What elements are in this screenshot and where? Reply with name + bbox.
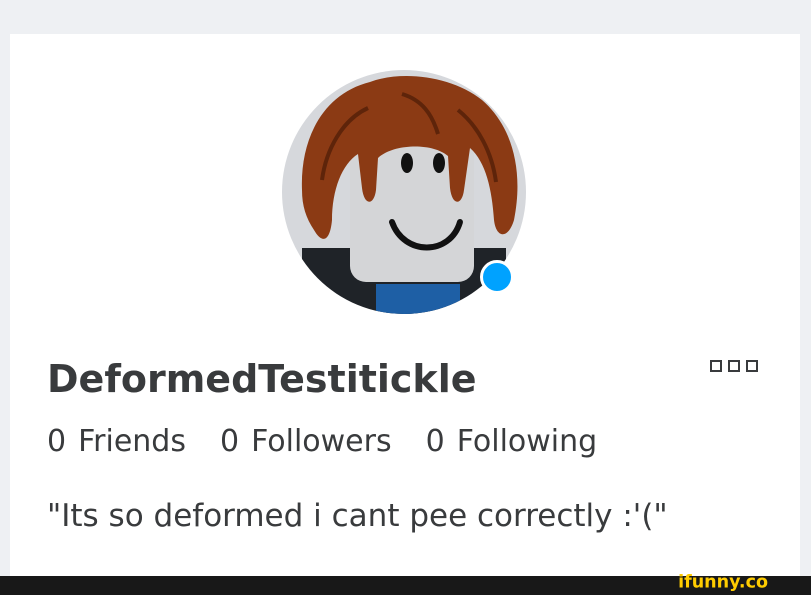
username: DeformedTestitickle	[47, 357, 477, 401]
stat-friends[interactable]: 0 Friends	[47, 420, 186, 464]
stat-followers-count: 0	[219, 424, 240, 459]
ifunny-watermark-logo: ifunny.co	[678, 572, 768, 592]
avatar-left-eye	[401, 153, 413, 173]
more-options-icon	[710, 360, 722, 372]
profile-blurb: "Its so deformed i cant pee correctly :'…	[47, 498, 668, 534]
stat-following-count: 0	[425, 424, 445, 459]
stat-friends-count: 0	[47, 424, 67, 459]
stat-followers-label: Followers	[251, 424, 392, 459]
stat-followers[interactable]: 0 Followers	[220, 420, 392, 464]
online-status-dot	[480, 260, 514, 294]
profile-stats: 0 Friends 0 Followers 0 Following	[47, 420, 631, 464]
avatar-container[interactable]	[282, 70, 528, 314]
watermark-text: ifunny.co	[678, 572, 768, 592]
more-options-icon	[746, 360, 758, 372]
more-options-icon	[728, 360, 740, 372]
stat-friends-label: Friends	[78, 424, 186, 459]
more-options-button[interactable]	[710, 358, 768, 374]
stat-following[interactable]: 0 Following	[426, 420, 598, 464]
avatar-right-eye	[433, 153, 445, 173]
avatar-shirt	[376, 284, 460, 314]
stat-following-label: Following	[456, 424, 598, 459]
